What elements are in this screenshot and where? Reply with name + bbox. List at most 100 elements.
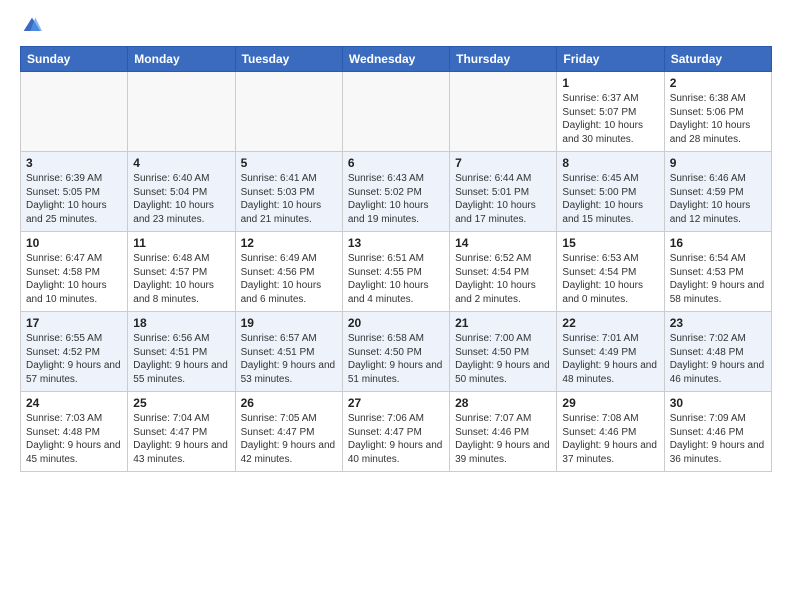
calendar-cell: 9 Sunrise: 6:46 AM Sunset: 4:59 PM Daylig… [664, 152, 771, 232]
day-info: Sunrise: 6:40 AM Sunset: 5:04 PM Dayligh… [133, 172, 229, 226]
day-info: Sunrise: 6:45 AM Sunset: 5:00 PM Dayligh… [562, 172, 658, 226]
weekday-header-friday: Friday [557, 47, 664, 72]
calendar-week-4: 17 Sunrise: 6:55 AM Sunset: 4:52 PM Dayli… [21, 312, 772, 392]
day-number: 14 [455, 236, 551, 250]
calendar-cell: 24 Sunrise: 7:03 AM Sunset: 4:48 PM Dayli… [21, 392, 128, 472]
day-number: 17 [26, 316, 122, 330]
day-number: 23 [670, 316, 766, 330]
weekday-header-monday: Monday [128, 47, 235, 72]
day-info: Sunrise: 6:47 AM Sunset: 4:58 PM Dayligh… [26, 252, 122, 306]
day-number: 3 [26, 156, 122, 170]
day-number: 11 [133, 236, 229, 250]
day-number: 24 [26, 396, 122, 410]
calendar-week-2: 3 Sunrise: 6:39 AM Sunset: 5:05 PM Daylig… [21, 152, 772, 232]
calendar-cell: 3 Sunrise: 6:39 AM Sunset: 5:05 PM Daylig… [21, 152, 128, 232]
calendar-cell: 11 Sunrise: 6:48 AM Sunset: 4:57 PM Dayli… [128, 232, 235, 312]
day-number: 15 [562, 236, 658, 250]
day-number: 21 [455, 316, 551, 330]
day-info: Sunrise: 6:43 AM Sunset: 5:02 PM Dayligh… [348, 172, 444, 226]
day-info: Sunrise: 6:55 AM Sunset: 4:52 PM Dayligh… [26, 332, 122, 386]
day-number: 10 [26, 236, 122, 250]
calendar-week-1: 1 Sunrise: 6:37 AM Sunset: 5:07 PM Daylig… [21, 72, 772, 152]
logo-icon [22, 16, 42, 36]
day-info: Sunrise: 6:38 AM Sunset: 5:06 PM Dayligh… [670, 92, 766, 146]
day-number: 9 [670, 156, 766, 170]
day-info: Sunrise: 7:04 AM Sunset: 4:47 PM Dayligh… [133, 412, 229, 466]
calendar-cell: 16 Sunrise: 6:54 AM Sunset: 4:53 PM Dayli… [664, 232, 771, 312]
calendar-week-3: 10 Sunrise: 6:47 AM Sunset: 4:58 PM Dayli… [21, 232, 772, 312]
weekday-header-wednesday: Wednesday [342, 47, 449, 72]
calendar-cell [342, 72, 449, 152]
calendar-cell: 27 Sunrise: 7:06 AM Sunset: 4:47 PM Dayli… [342, 392, 449, 472]
day-info: Sunrise: 7:01 AM Sunset: 4:49 PM Dayligh… [562, 332, 658, 386]
day-number: 18 [133, 316, 229, 330]
calendar-cell: 1 Sunrise: 6:37 AM Sunset: 5:07 PM Daylig… [557, 72, 664, 152]
day-number: 28 [455, 396, 551, 410]
weekday-header-tuesday: Tuesday [235, 47, 342, 72]
header [20, 16, 772, 36]
calendar-cell: 7Sunrise: 6:44 AM Sunset: 5:01 PM Daylig… [450, 152, 557, 232]
day-number: 20 [348, 316, 444, 330]
calendar-cell: 13 Sunrise: 6:51 AM Sunset: 4:55 PM Dayli… [342, 232, 449, 312]
day-number: 2 [670, 76, 766, 90]
day-info: Sunrise: 7:06 AM Sunset: 4:47 PM Dayligh… [348, 412, 444, 466]
calendar-cell [128, 72, 235, 152]
day-info: Sunrise: 6:49 AM Sunset: 4:56 PM Dayligh… [241, 252, 337, 306]
day-info: Sunrise: 7:08 AM Sunset: 4:46 PM Dayligh… [562, 412, 658, 466]
day-number: 26 [241, 396, 337, 410]
day-info: Sunrise: 6:58 AM Sunset: 4:50 PM Dayligh… [348, 332, 444, 386]
day-info: Sunrise: 7:07 AM Sunset: 4:46 PM Dayligh… [455, 412, 551, 466]
calendar: SundayMondayTuesdayWednesdayThursdayFrid… [20, 46, 772, 472]
calendar-cell: 15 Sunrise: 6:53 AM Sunset: 4:54 PM Dayli… [557, 232, 664, 312]
calendar-cell [21, 72, 128, 152]
calendar-cell: 8 Sunrise: 6:45 AM Sunset: 5:00 PM Daylig… [557, 152, 664, 232]
day-info: Sunrise: 6:52 AM Sunset: 4:54 PM Dayligh… [455, 252, 551, 306]
day-info: Sunrise: 6:57 AM Sunset: 4:51 PM Dayligh… [241, 332, 337, 386]
weekday-header-sunday: Sunday [21, 47, 128, 72]
day-number: 19 [241, 316, 337, 330]
day-number: 16 [670, 236, 766, 250]
day-number: 5 [241, 156, 337, 170]
calendar-cell: 22 Sunrise: 7:01 AM Sunset: 4:49 PM Dayli… [557, 312, 664, 392]
calendar-cell [450, 72, 557, 152]
calendar-cell [235, 72, 342, 152]
day-info: Sunrise: 7:05 AM Sunset: 4:47 PM Dayligh… [241, 412, 337, 466]
page: SundayMondayTuesdayWednesdayThursdayFrid… [0, 0, 792, 488]
calendar-cell: 17 Sunrise: 6:55 AM Sunset: 4:52 PM Dayli… [21, 312, 128, 392]
day-number: 1 [562, 76, 658, 90]
calendar-cell: 26 Sunrise: 7:05 AM Sunset: 4:47 PM Dayli… [235, 392, 342, 472]
day-info: Sunrise: 6:48 AM Sunset: 4:57 PM Dayligh… [133, 252, 229, 306]
day-info: Sunrise: 6:51 AM Sunset: 4:55 PM Dayligh… [348, 252, 444, 306]
day-info: Sunrise: 6:56 AM Sunset: 4:51 PM Dayligh… [133, 332, 229, 386]
day-info: Sunrise: 6:41 AM Sunset: 5:03 PM Dayligh… [241, 172, 337, 226]
calendar-cell: 18 Sunrise: 6:56 AM Sunset: 4:51 PM Dayli… [128, 312, 235, 392]
calendar-cell: 6 Sunrise: 6:43 AM Sunset: 5:02 PM Daylig… [342, 152, 449, 232]
calendar-cell: 29Sunrise: 7:08 AM Sunset: 4:46 PM Dayli… [557, 392, 664, 472]
day-number: 27 [348, 396, 444, 410]
logo [20, 16, 42, 36]
day-info: Sunrise: 7:02 AM Sunset: 4:48 PM Dayligh… [670, 332, 766, 386]
calendar-cell: 25 Sunrise: 7:04 AM Sunset: 4:47 PM Dayli… [128, 392, 235, 472]
calendar-cell: 12Sunrise: 6:49 AM Sunset: 4:56 PM Dayli… [235, 232, 342, 312]
day-info: Sunrise: 6:54 AM Sunset: 4:53 PM Dayligh… [670, 252, 766, 306]
day-number: 22 [562, 316, 658, 330]
day-info: Sunrise: 7:09 AM Sunset: 4:46 PM Dayligh… [670, 412, 766, 466]
day-info: Sunrise: 7:03 AM Sunset: 4:48 PM Dayligh… [26, 412, 122, 466]
weekday-header-saturday: Saturday [664, 47, 771, 72]
day-number: 30 [670, 396, 766, 410]
calendar-cell: 21Sunrise: 7:00 AM Sunset: 4:50 PM Dayli… [450, 312, 557, 392]
day-number: 8 [562, 156, 658, 170]
day-info: Sunrise: 6:44 AM Sunset: 5:01 PM Dayligh… [455, 172, 551, 226]
day-info: Sunrise: 6:46 AM Sunset: 4:59 PM Dayligh… [670, 172, 766, 226]
day-info: Sunrise: 6:53 AM Sunset: 4:54 PM Dayligh… [562, 252, 658, 306]
day-number: 6 [348, 156, 444, 170]
calendar-cell: 30 Sunrise: 7:09 AM Sunset: 4:46 PM Dayli… [664, 392, 771, 472]
calendar-cell: 2 Sunrise: 6:38 AM Sunset: 5:06 PM Daylig… [664, 72, 771, 152]
day-number: 25 [133, 396, 229, 410]
day-info: Sunrise: 6:39 AM Sunset: 5:05 PM Dayligh… [26, 172, 122, 226]
calendar-header-row: SundayMondayTuesdayWednesdayThursdayFrid… [21, 47, 772, 72]
calendar-cell: 4Sunrise: 6:40 AM Sunset: 5:04 PM Daylig… [128, 152, 235, 232]
calendar-cell: 10 Sunrise: 6:47 AM Sunset: 4:58 PM Dayli… [21, 232, 128, 312]
day-number: 13 [348, 236, 444, 250]
day-info: Sunrise: 6:37 AM Sunset: 5:07 PM Dayligh… [562, 92, 658, 146]
